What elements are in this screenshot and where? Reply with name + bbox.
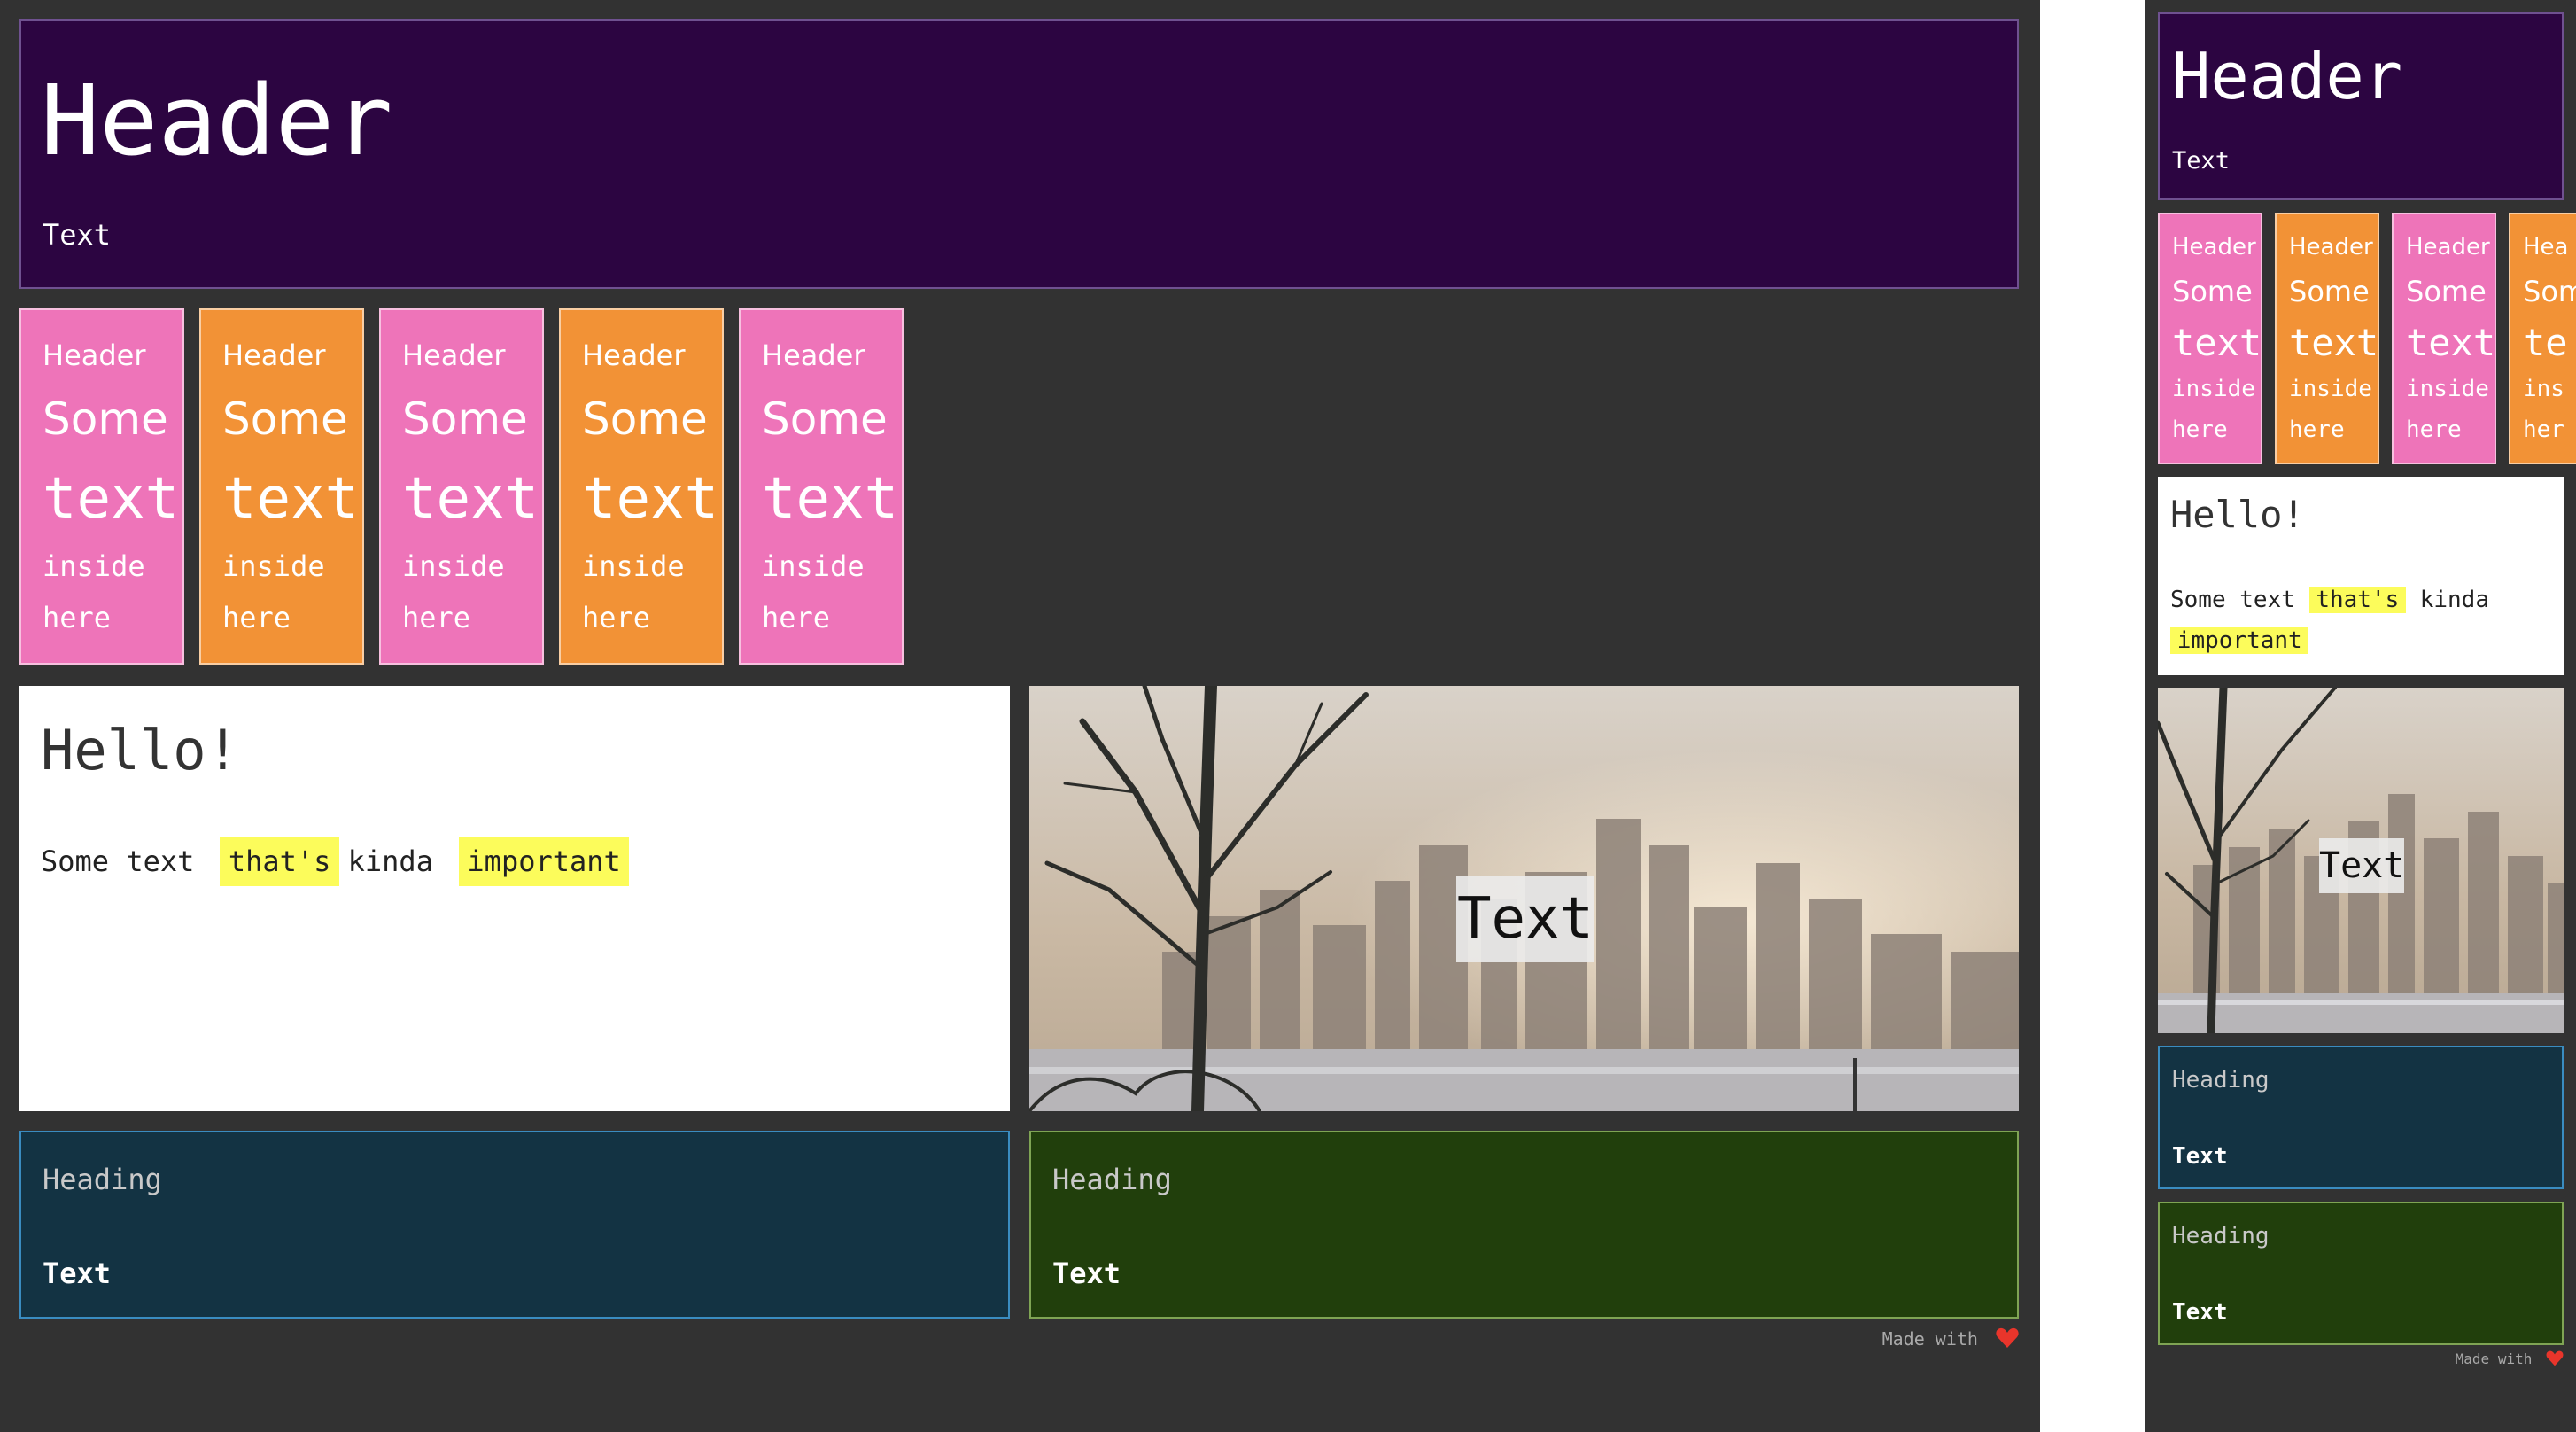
tile-here: here <box>2406 416 2462 443</box>
header-text: Text <box>2172 147 2231 175</box>
tile-some: Som <box>2523 275 2576 308</box>
footer-label: Made with <box>2455 1350 2533 1367</box>
card-heading: Heading <box>1052 1163 1172 1196</box>
hello-paragraph: Some text that's kinda important <box>2170 580 2542 661</box>
tile: Header Some text inside here <box>559 308 724 665</box>
hello-text-before: Some text <box>41 844 195 878</box>
tile-text: text <box>2172 321 2262 364</box>
hello-paragraph: Some text that's kinda important <box>41 837 630 886</box>
tile-text: text <box>582 466 719 532</box>
hello-text-before: Some text <box>2170 587 2295 613</box>
tile-text: text <box>222 466 360 532</box>
footer: Made with <box>1882 1327 2019 1350</box>
tile-header: Header <box>2172 234 2256 261</box>
tile-here: here <box>43 601 112 634</box>
tile: Header Some text inside here <box>2275 213 2379 464</box>
header-text: Text <box>43 218 112 252</box>
hello-text-middle: kinda <box>347 844 433 878</box>
tile-here: here <box>762 601 831 634</box>
tile-some: Some <box>2406 275 2487 308</box>
highlight-mark: important <box>458 837 630 886</box>
tile-some: Some <box>43 393 168 445</box>
header-title: Header <box>41 64 393 177</box>
card-heading: Heading <box>2172 1223 2270 1249</box>
card-text: Text <box>2172 1299 2228 1326</box>
card-text: Text <box>2172 1143 2228 1170</box>
heading-card-blue: Heading Text <box>2158 1046 2564 1189</box>
tile-inside: inside <box>402 549 505 583</box>
footer-label: Made with <box>1882 1328 1978 1350</box>
tile-inside: inside <box>43 549 145 583</box>
narrow-layout: Header Text Header Some text inside here… <box>2145 0 2576 1432</box>
tile-text: te <box>2523 321 2568 364</box>
tile-some: Some <box>2172 275 2253 308</box>
tile-inside: ins <box>2523 376 2564 402</box>
city-photo: Text <box>2158 688 2564 1033</box>
wide-layout: Header Text Header Some text inside here… <box>0 0 2040 1432</box>
card-text: Text <box>43 1257 112 1290</box>
highlight-mark: important <box>2170 627 2309 654</box>
tile: Header Some text inside here <box>19 308 184 665</box>
tile-text: text <box>43 466 180 532</box>
tile-text: text <box>2289 321 2379 364</box>
tile-inside: inside <box>762 549 865 583</box>
photo-caption: Text <box>2319 838 2404 893</box>
tile-header: Header <box>222 339 326 372</box>
hello-title: Hello! <box>41 718 239 782</box>
tile-header: Header <box>2289 234 2373 261</box>
tile-here: here <box>222 601 291 634</box>
card-heading: Heading <box>43 1163 162 1196</box>
tile-header: Hea <box>2523 234 2569 261</box>
tile-here: here <box>2289 416 2345 443</box>
tile-here: here <box>582 601 651 634</box>
tile-some: Some <box>582 393 708 445</box>
tile-header: Header <box>582 339 686 372</box>
tile: Header Some text inside here <box>2392 213 2496 464</box>
hello-text-middle: kinda <box>2419 587 2489 613</box>
tile-some: Some <box>222 393 348 445</box>
tile-some: Some <box>2289 275 2370 308</box>
tile: Header Some text inside here <box>199 308 364 665</box>
tile: Header Some text inside here <box>739 308 904 665</box>
heading-card-green: Heading Text <box>2158 1202 2564 1345</box>
header-block: Header Text <box>2158 12 2564 200</box>
highlight-mark: that's <box>2308 587 2407 613</box>
footer: Made with <box>2456 1350 2564 1367</box>
tile: Header Some text inside here <box>2158 213 2262 464</box>
tile-header: Header <box>402 339 506 372</box>
tile-text: text <box>762 466 899 532</box>
card-heading: Heading <box>2172 1067 2270 1093</box>
hello-card: Hello! Some text that's kinda important <box>2158 477 2564 675</box>
tile-inside: inside <box>2172 376 2255 402</box>
heart-icon <box>1996 1327 2019 1348</box>
tile-header: Header <box>43 339 146 372</box>
tile: Header Some text inside here <box>379 308 544 665</box>
city-photo: Text <box>1029 686 2019 1111</box>
tile-here: here <box>402 601 471 634</box>
highlight-mark: that's <box>220 837 340 886</box>
tile-here: her <box>2523 416 2564 443</box>
tile-inside: inside <box>582 549 685 583</box>
tile-text: text <box>2406 321 2496 364</box>
tile-here: here <box>2172 416 2228 443</box>
tile-header: Header <box>2406 234 2490 261</box>
tile: Hea Som te ins her <box>2509 213 2576 464</box>
header-block: Header Text <box>19 19 2019 289</box>
hello-title: Hello! <box>2170 493 2305 536</box>
tile-some: Some <box>402 393 528 445</box>
card-text: Text <box>1052 1257 1121 1290</box>
heart-icon <box>2546 1350 2564 1366</box>
tile-inside: inside <box>222 549 325 583</box>
photo-caption: Text <box>1456 876 1594 962</box>
header-title: Header <box>2172 39 2403 113</box>
tile-text: text <box>402 466 539 532</box>
tile-inside: inside <box>2406 376 2489 402</box>
tile-some: Some <box>762 393 888 445</box>
heading-card-blue: Heading Text <box>19 1131 1010 1319</box>
tile-header: Header <box>762 339 865 372</box>
hello-card: Hello! Some text that's kinda important <box>19 686 1010 1111</box>
tile-inside: inside <box>2289 376 2372 402</box>
heading-card-green: Heading Text <box>1029 1131 2019 1319</box>
